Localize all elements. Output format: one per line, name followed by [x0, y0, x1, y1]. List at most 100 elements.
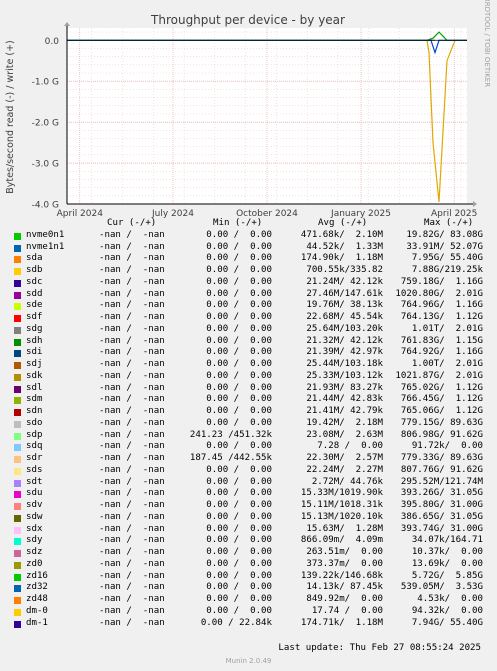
x-tick-label: April 2024	[57, 209, 104, 218]
legend-swatch	[14, 397, 21, 405]
legend-item-min: 0.00 / 0.00	[206, 488, 272, 499]
legend-item-max: 765.02G/ 1.12G	[400, 382, 483, 393]
legend-item-avg: 21.24M/ 42.12k	[306, 276, 383, 287]
legend-item-min: 0.00 / 0.00	[206, 394, 272, 405]
legend-item-max: 33.91M/ 52.07G	[406, 241, 483, 252]
legend-item-name: sdr	[26, 453, 43, 463]
legend-item-max: 761.83G/ 1.15G	[400, 335, 483, 346]
legend-item: sdo -nan / -nan 0.00 / 0.00 19.42M/ 2.18M 77…	[0, 418, 497, 430]
legend-item: sdh -nan / -nan 0.00 / 0.00 21.32M/ 42.12k 7…	[0, 336, 497, 348]
legend-item-avg: 7.28 / 0.00	[317, 441, 383, 452]
legend-item: dm-1 -nan / -nan 0.00 / 22.84k 174.71k/ 1.1…	[0, 618, 497, 630]
legend-item-max: 13.69k/ 0.00	[411, 558, 483, 569]
legend-swatch	[14, 597, 21, 604]
legend-swatch	[14, 373, 21, 381]
legend-item-name: dm-0	[26, 605, 48, 616]
legend-item-min: 0.00 / 0.00	[206, 594, 272, 604]
legend-swatch	[14, 256, 21, 264]
legend-item-avg: 19.42M/ 2.18M	[306, 417, 383, 428]
legend-item: sda -nan / -nan 0.00 / 0.00 174.90k/ 1.18M 7…	[0, 253, 497, 265]
legend-swatch	[14, 585, 21, 593]
legend-item-cur: -nan / -nan	[99, 594, 165, 604]
legend-item: nvme0n1 -nan / -nan 0.00 / 0.00 471.68k/ 2.…	[0, 230, 497, 242]
legend-swatch	[14, 385, 21, 393]
legend-header-max: Max (-/+)	[424, 218, 474, 228]
legend: Cur (-/+) Min (-/+) Avg (-/+) Max (-/+) …	[0, 218, 497, 629]
legend-swatch	[14, 526, 21, 534]
legend-item-name: sdu	[26, 488, 43, 499]
legend-item-max: 386.65G/ 31.05G	[400, 511, 483, 522]
legend-item-name: sdg	[26, 323, 43, 334]
x-axis-arrow-icon	[473, 201, 477, 207]
legend-item-name: sdx	[26, 523, 43, 534]
legend-item: zd32 -nan / -nan 0.00 / 0.00 14.13k/ 87.45k…	[0, 582, 497, 594]
legend-item-cur: -nan / -nan	[99, 547, 165, 557]
legend-item-name: sdb	[26, 265, 43, 275]
legend-item-avg: 17.74 / 0.00	[311, 605, 383, 616]
legend-item-avg: 27.46M/147.61k	[306, 288, 383, 299]
legend-item-max: 779.33G/ 89.63G	[400, 453, 483, 463]
legend-item-max: 539.05M/ 3.53G	[400, 582, 483, 593]
legend-item: sdf -nan / -nan 0.00 / 0.00 22.68M/ 45.54k 7…	[0, 312, 497, 324]
legend-item-cur: -nan / -nan	[99, 382, 165, 393]
legend-item-min: 0.00 / 0.00	[206, 323, 272, 334]
legend-item-name: sda	[26, 253, 43, 264]
legend-item-name: sdt	[26, 476, 43, 487]
legend-item-avg: 25.64M/103.20k	[306, 323, 383, 334]
legend-item-cur: -nan / -nan	[99, 288, 165, 299]
legend-item-avg: 471.68k/ 2.10M	[300, 229, 383, 240]
legend-item-name: sdn	[26, 406, 43, 416]
legend-item-max: 1.01T/ 2.01G	[411, 323, 483, 334]
legend-item-max: 765.06G/ 1.12G	[400, 406, 483, 416]
legend-item-avg: 373.37m/ 0.00	[306, 558, 383, 569]
legend-swatch	[14, 326, 21, 334]
legend-item-avg: 44.52k/ 1.33M	[306, 241, 383, 252]
legend-item-max: 766.45G/ 1.12G	[400, 394, 483, 405]
legend-swatch	[14, 232, 21, 240]
legend-item-avg: 139.22k/146.68k	[300, 570, 383, 581]
legend-swatch	[14, 456, 21, 463]
legend-item-min: 0.00 / 0.00	[206, 547, 272, 557]
legend-item-avg: 21.39M/ 42.97k	[306, 347, 383, 358]
legend-item-name: sdi	[26, 347, 43, 358]
legend-swatch	[14, 608, 21, 616]
legend-item-name: sdq	[26, 441, 43, 452]
legend-item-cur: -nan / -nan	[99, 429, 165, 440]
legend-item-name: sdo	[26, 417, 43, 428]
y-axis-arrow-icon	[64, 22, 70, 26]
x-axis: April 2024 July 2024 October 2024 January 2…	[57, 209, 478, 218]
legend-item: sdz -nan / -nan 0.00 / 0.00 263.51m/ 0.00 10…	[0, 547, 497, 559]
legend-swatch	[14, 538, 21, 546]
y-tick-label: -1.0 G	[32, 78, 59, 88]
legend-item-max: 5.72G/ 5.85G	[411, 570, 483, 581]
legend-swatch	[14, 268, 21, 275]
legend-item-avg: 15.63M/ 1.28M	[306, 523, 383, 534]
legend-item-cur: -nan / -nan	[99, 582, 165, 593]
legend-item-cur: -nan / -nan	[99, 441, 165, 452]
y-tick-label: -2.0 G	[32, 119, 59, 129]
legend-item-max: 1.00T/ 2.01G	[411, 359, 483, 369]
legend-item: sdb -nan / -nan 0.00 / 0.00 700.55k/335.82 7…	[0, 265, 497, 277]
legend-item-max: 94.32k/ 0.00	[411, 605, 483, 616]
legend-item-cur: -nan / -nan	[99, 535, 165, 546]
side-label: RRDTOOL / TOBI OETIKER	[483, 0, 491, 87]
legend-item-min: 0.00 / 0.00	[206, 253, 272, 264]
legend-swatch	[14, 244, 21, 252]
x-tick-label: January 2025	[330, 209, 391, 218]
legend-item: sdt -nan / -nan 0.00 / 0.00 2.72M/ 44.76k 29…	[0, 477, 497, 489]
legend-item-min: 0.00 / 0.00	[206, 300, 272, 311]
legend-item: sdr -nan / -nan 187.45 /442.55k 22.30M/ 2.5…	[0, 453, 497, 465]
legend-item-avg: 22.24M/ 2.27M	[306, 464, 383, 475]
legend-header-cur: Cur (-/+)	[107, 218, 157, 228]
legend-item: sde -nan / -nan 0.00 / 0.00 19.76M/ 38.13k 7…	[0, 300, 497, 312]
legend-item-avg: 25.44M/103.18k	[306, 359, 383, 369]
legend-item-min: 0.00 / 0.00	[206, 558, 272, 569]
legend-item-min: 0.00 / 0.00	[206, 335, 272, 346]
y-tick-label: -3.0 G	[32, 160, 59, 170]
legend-item-name: sdz	[26, 547, 43, 557]
legend-item: sdc -nan / -nan 0.00 / 0.00 21.24M/ 42.12k 7…	[0, 277, 497, 289]
legend-item-name: sdk	[26, 370, 43, 381]
legend-item: sdn -nan / -nan 0.00 / 0.00 21.41M/ 42.79k 7…	[0, 406, 497, 418]
legend-item-cur: -nan / -nan	[99, 570, 165, 581]
legend-item: sdx -nan / -nan 0.00 / 0.00 15.63M/ 1.28M 39…	[0, 524, 497, 536]
